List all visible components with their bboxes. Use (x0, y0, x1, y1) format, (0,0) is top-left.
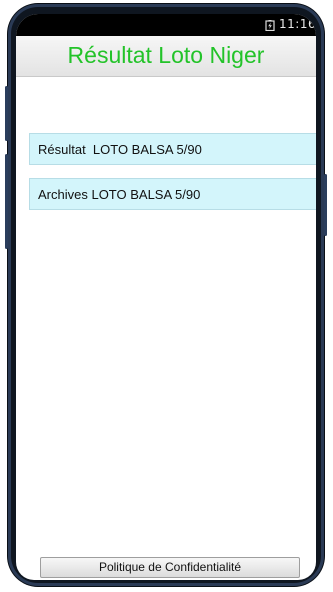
app-header: Résultat Loto Niger (16, 36, 316, 77)
page-title: Résultat Loto Niger (67, 42, 265, 68)
phone-power-button (324, 174, 327, 236)
app-screen: 11:16 Résultat Loto Niger Résultat LOTO … (16, 14, 316, 580)
menu-item-label: Résultat LOTO BALSA 5/90 (38, 142, 202, 157)
menu-item-label: Archives LOTO BALSA 5/90 (38, 187, 201, 202)
battery-charging-icon (265, 20, 275, 31)
menu-item-archives[interactable]: Archives LOTO BALSA 5/90 (29, 178, 316, 210)
phone-frame: 11:16 Résultat Loto Niger Résultat LOTO … (5, 4, 327, 586)
menu-item-resultat[interactable]: Résultat LOTO BALSA 5/90 (29, 133, 316, 165)
privacy-policy-button[interactable]: Politique de Confidentialité (40, 557, 300, 578)
phone-left-button-1 (5, 86, 8, 141)
status-time: 11:16 (279, 17, 316, 31)
phone-left-button-2 (5, 154, 8, 249)
status-bar: 11:16 (16, 14, 316, 36)
